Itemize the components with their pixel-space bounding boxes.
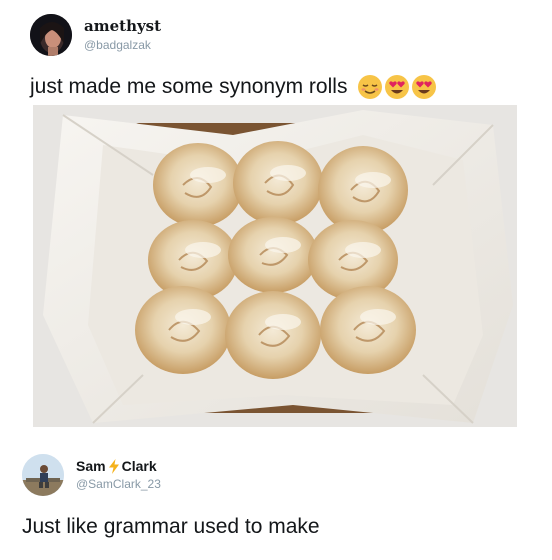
heart-eyes-emoji (385, 75, 410, 99)
author-first-name: Sam (76, 458, 106, 474)
emoji-row (357, 74, 437, 100)
avatar-samclark[interactable] (22, 454, 64, 496)
tweet-reply: Sam Clark @SamClark_23 Just like grammar… (0, 440, 552, 560)
author-name[interactable]: amethyst (84, 17, 161, 35)
lightning-bolt-icon (108, 458, 119, 474)
tweet-text-row: just made me some synonym rolls (30, 74, 437, 100)
author-name[interactable]: Sam Clark (76, 458, 157, 474)
relieved-face-emoji (358, 75, 383, 99)
heart-eyes-emoji (412, 75, 437, 99)
tweet-text: Just like grammar used to make (22, 515, 320, 538)
author-last-name: Clark (121, 458, 157, 474)
tweet-text: just made me some synonym rolls (30, 75, 348, 98)
author-handle[interactable]: @SamClark_23 (76, 477, 161, 491)
avatar-amethyst[interactable] (30, 14, 72, 56)
tweet-original: amethyst @badgalzak just made me some sy… (0, 0, 552, 440)
author-handle[interactable]: @badgalzak (84, 38, 151, 52)
cinnamon-rolls-photo[interactable] (33, 105, 517, 427)
